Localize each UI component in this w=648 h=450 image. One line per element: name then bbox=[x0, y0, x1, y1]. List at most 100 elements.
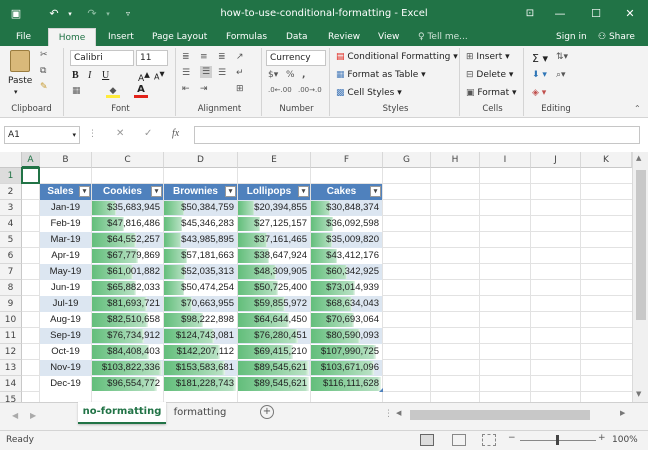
align-middle-icon[interactable]: ≡ bbox=[200, 52, 208, 62]
cancel-entry-icon[interactable]: ✕ bbox=[116, 128, 124, 139]
sort-filter-icon[interactable]: ⇅▾ bbox=[556, 52, 568, 62]
table-cell-cakes[interactable]: $73,014,939 bbox=[311, 280, 382, 296]
column-header[interactable]: H bbox=[431, 152, 480, 168]
align-top-icon[interactable]: ≣ bbox=[182, 52, 190, 62]
scroll-tabs-left-icon[interactable]: ◀ bbox=[12, 411, 18, 420]
table-cell-month[interactable]: Feb-19 bbox=[40, 216, 91, 232]
table-cell-brownies[interactable]: $124,743,081 bbox=[164, 328, 237, 344]
row-header[interactable]: 4 bbox=[0, 216, 22, 232]
table-cell-cakes[interactable]: $107,990,725 bbox=[311, 344, 382, 360]
table-cell-brownies[interactable]: $57,181,663 bbox=[164, 248, 237, 264]
table-cell-lollipops[interactable]: $38,647,924 bbox=[238, 248, 310, 264]
table-cell-month[interactable]: Apr-19 bbox=[40, 248, 91, 264]
table-cell-brownies[interactable]: $153,583,681 bbox=[164, 360, 237, 376]
table-cell-month[interactable]: May-19 bbox=[40, 264, 91, 280]
table-cell-brownies[interactable]: $70,663,955 bbox=[164, 296, 237, 312]
scroll-up-icon[interactable]: ▲ bbox=[636, 154, 641, 162]
table-cell-cookies[interactable]: $47,816,486 bbox=[92, 216, 163, 232]
table-cell-cookies[interactable]: $64,552,257 bbox=[92, 232, 163, 248]
table-cell-brownies[interactable]: $50,474,254 bbox=[164, 280, 237, 296]
table-cell-month[interactable]: Jan-19 bbox=[40, 200, 91, 216]
table-cell-cookies[interactable]: $65,882,033 bbox=[92, 280, 163, 296]
table-header-cakes[interactable]: Cakes ▾ bbox=[311, 184, 382, 200]
page-layout-view-icon[interactable] bbox=[452, 434, 466, 446]
new-sheet-icon[interactable]: + bbox=[260, 405, 274, 419]
table-cell-cakes[interactable]: $103,671,096 bbox=[311, 360, 382, 376]
table-cell-cakes[interactable]: $80,590,093 bbox=[311, 328, 382, 344]
conditional-formatting-button[interactable]: ▤ Conditional Formatting ▾ bbox=[336, 52, 458, 62]
bold-icon[interactable]: B bbox=[72, 70, 79, 81]
table-cell-month[interactable]: Jun-19 bbox=[40, 280, 91, 296]
table-cell-cookies[interactable]: $81,693,721 bbox=[92, 296, 163, 312]
row-header[interactable]: 7 bbox=[0, 264, 22, 280]
row-header[interactable]: 12 bbox=[0, 344, 22, 360]
table-cell-month[interactable]: Oct-19 bbox=[40, 344, 91, 360]
column-header[interactable]: G bbox=[383, 152, 431, 168]
sheet-tab-formatting[interactable]: formatting bbox=[168, 407, 232, 418]
horizontal-scroll-thumb[interactable] bbox=[410, 410, 590, 420]
table-cell-cakes[interactable]: $60,342,925 bbox=[311, 264, 382, 280]
table-cell-cakes[interactable]: $35,009,820 bbox=[311, 232, 382, 248]
select-all-corner[interactable] bbox=[0, 152, 22, 168]
filter-dropdown-icon[interactable]: ▾ bbox=[298, 186, 309, 197]
tab-split-handle-icon[interactable]: ⋮ bbox=[384, 409, 393, 419]
table-cell-lollipops[interactable]: $89,545,621 bbox=[238, 376, 310, 392]
table-cell-cakes[interactable]: $36,092,598 bbox=[311, 216, 382, 232]
scroll-right-icon[interactable]: ▶ bbox=[620, 409, 625, 417]
increase-indent-icon[interactable]: ⇥ bbox=[200, 84, 208, 94]
tab-file[interactable]: File bbox=[14, 28, 33, 46]
table-cell-month[interactable]: Jul-19 bbox=[40, 296, 91, 312]
borders-icon[interactable]: ▦ bbox=[72, 86, 81, 96]
row-header[interactable]: 9 bbox=[0, 296, 22, 312]
row-header[interactable]: 8 bbox=[0, 280, 22, 296]
orientation-icon[interactable]: ↗ bbox=[236, 52, 244, 62]
align-bottom-icon[interactable]: ≣ bbox=[218, 52, 226, 62]
align-center-icon[interactable]: ☰ bbox=[200, 66, 213, 78]
paste-button[interactable]: Paste bbox=[8, 76, 32, 86]
sheet-tab-no-formatting[interactable]: no-formatting bbox=[78, 402, 166, 424]
close-icon[interactable]: ✕ bbox=[618, 4, 642, 24]
format-as-table-button[interactable]: ▦ Format as Table ▾ bbox=[336, 70, 426, 80]
cell-styles-button[interactable]: ▩ Cell Styles ▾ bbox=[336, 88, 402, 98]
column-header[interactable]: I bbox=[480, 152, 531, 168]
table-cell-month[interactable]: Nov-19 bbox=[40, 360, 91, 376]
table-cell-cookies[interactable]: $61,001,882 bbox=[92, 264, 163, 280]
table-cell-lollipops[interactable]: $64,644,450 bbox=[238, 312, 310, 328]
font-name-select[interactable]: Calibri bbox=[70, 50, 134, 66]
row-header[interactable]: 5 bbox=[0, 232, 22, 248]
table-cell-brownies[interactable]: $52,035,313 bbox=[164, 264, 237, 280]
table-cell-lollipops[interactable]: $76,280,451 bbox=[238, 328, 310, 344]
filter-dropdown-icon[interactable]: ▾ bbox=[370, 186, 381, 197]
row-header[interactable]: 6 bbox=[0, 248, 22, 264]
vertical-scrollbar[interactable]: ▲ ▼ bbox=[632, 152, 648, 402]
scroll-down-icon[interactable]: ▼ bbox=[636, 390, 641, 398]
tab-home[interactable]: Home bbox=[48, 28, 96, 47]
filter-dropdown-icon[interactable]: ▾ bbox=[225, 186, 236, 197]
page-break-view-icon[interactable] bbox=[482, 434, 496, 446]
table-cell-brownies[interactable]: $181,228,743 bbox=[164, 376, 237, 392]
column-header[interactable]: C bbox=[92, 152, 164, 168]
increase-decimal-icon[interactable]: .0←.00 bbox=[268, 86, 292, 94]
name-box[interactable]: A1 ▾ bbox=[4, 126, 80, 144]
merge-center-icon[interactable]: ⊞ bbox=[236, 84, 244, 94]
table-cell-cakes[interactable]: $43,412,176 bbox=[311, 248, 382, 264]
table-header-lollipops[interactable]: Lollipops ▾ bbox=[238, 184, 310, 200]
fill-color-icon[interactable]: ◆ bbox=[106, 86, 120, 98]
tab-view[interactable]: View bbox=[376, 28, 401, 46]
percent-icon[interactable]: % bbox=[286, 70, 295, 80]
table-resize-handle[interactable] bbox=[379, 388, 383, 392]
table-cell-cookies[interactable]: $35,683,945 bbox=[92, 200, 163, 216]
tab-page-layout[interactable]: Page Layout bbox=[150, 28, 209, 46]
delete-cells-button[interactable]: ⊟ Delete ▾ bbox=[466, 70, 513, 80]
decrease-decimal-icon[interactable]: .00→.0 bbox=[298, 86, 322, 94]
table-cell-brownies[interactable]: $50,384,759 bbox=[164, 200, 237, 216]
table-cell-brownies[interactable]: $142,207,112 bbox=[164, 344, 237, 360]
normal-view-icon[interactable] bbox=[420, 434, 434, 446]
zoom-slider-thumb[interactable] bbox=[556, 435, 559, 445]
row-header[interactable]: 11 bbox=[0, 328, 22, 344]
decrease-indent-icon[interactable]: ⇤ bbox=[182, 84, 190, 94]
row-header[interactable]: 1 bbox=[0, 168, 22, 184]
clear-icon[interactable]: ◈ ▾ bbox=[532, 88, 546, 98]
tab-review[interactable]: Review bbox=[326, 28, 362, 46]
table-cell-cakes[interactable]: $68,634,043 bbox=[311, 296, 382, 312]
